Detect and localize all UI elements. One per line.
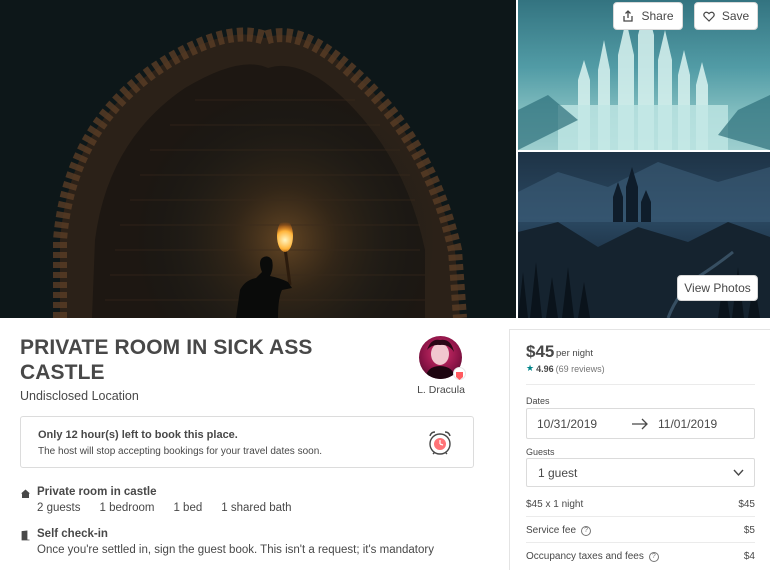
notice-title: Only 12 hour(s) left to book this place. (38, 429, 238, 441)
divider (526, 516, 755, 517)
guests-select[interactable]: 1 guest (526, 458, 755, 487)
share-label: Share (641, 9, 674, 23)
guests-value: 1 guest (538, 466, 578, 480)
check-out-date[interactable]: 11/01/2019 (658, 417, 717, 431)
room-type-title: Private room in castle (37, 486, 157, 498)
self-checkin-title: Self check-in (37, 528, 108, 540)
self-checkin-detail: Once you're settled in, sign the guest b… (37, 544, 434, 556)
dates-label: Dates (526, 396, 550, 406)
divider (526, 384, 755, 385)
heart-icon (703, 11, 715, 22)
per-night-label: per night (556, 348, 593, 359)
save-label: Save (721, 9, 750, 23)
dates-picker: 10/31/2019 11/01/2019 (526, 408, 755, 439)
notice-subtitle: The host will stop accepting bookings fo… (38, 446, 323, 457)
share-icon (623, 10, 634, 22)
rating-value: 4.96 (536, 363, 554, 374)
superhost-badge-icon (453, 367, 466, 380)
star-icon: ★ (526, 363, 535, 373)
divider (526, 542, 755, 543)
booking-urgency-notice: Only 12 hour(s) left to book this place.… (20, 416, 474, 468)
archway-illustration (0, 0, 516, 318)
save-button[interactable]: Save (694, 2, 758, 30)
host-name[interactable]: L. Dracula (410, 384, 472, 396)
fee-label: Service fee (526, 525, 577, 536)
bed-count: 1 bed (173, 502, 203, 514)
arrow-right-icon (632, 418, 648, 430)
info-icon[interactable]: ? (581, 525, 592, 536)
room-details: 2 guests 1 bedroom 1 bed 1 shared bath (37, 502, 292, 514)
fee-amount: $5 (743, 525, 755, 536)
fee-label: Occupancy taxes and fees (526, 551, 644, 562)
reviews-count: (69 reviews) (555, 363, 605, 374)
guests-count: 2 guests (37, 502, 81, 514)
listing-title: PRIVATE ROOM IN SICK ASS CASTLE (20, 336, 313, 384)
check-in-date[interactable]: 10/31/2019 (537, 417, 597, 431)
booking-panel: $45 per night ★ 4.96 (69 reviews) Dates … (509, 329, 770, 570)
fee-amount: $4 (743, 551, 755, 562)
bath-count: 1 shared bath (221, 502, 292, 514)
rating-summary[interactable]: ★ 4.96 (69 reviews) (526, 363, 605, 374)
main-photo-castle-archway[interactable] (0, 0, 516, 318)
fee-label: $45 x 1 night (526, 499, 584, 510)
alarm-clock-icon (429, 431, 451, 455)
chevron-down-icon (733, 469, 744, 477)
listing-location: Undisclosed Location (20, 389, 139, 403)
home-icon (21, 489, 30, 498)
fee-amount: $45 (738, 499, 755, 510)
door-icon (21, 530, 30, 541)
nightly-price: $45 (526, 342, 555, 361)
view-photos-button[interactable]: View Photos (677, 275, 758, 301)
view-photos-label: View Photos (684, 281, 751, 295)
guests-label: Guests (526, 447, 555, 457)
share-button[interactable]: Share (613, 2, 683, 30)
bedroom-count: 1 bedroom (99, 502, 155, 514)
photo-gallery: Share Save View Photos (0, 0, 770, 318)
info-icon[interactable]: ? (648, 551, 659, 562)
